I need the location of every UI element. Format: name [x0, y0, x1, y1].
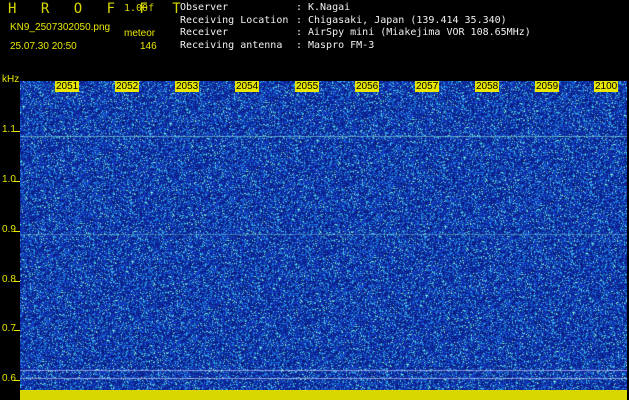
info-key: Observer — [180, 2, 229, 13]
info-row-antenna: Receiving antenna: Maspro FM-3 — [180, 40, 531, 53]
y-tick-mark — [14, 131, 20, 132]
y-axis-unit: kHz — [2, 74, 20, 85]
spectrogram-area — [20, 81, 627, 400]
y-tick-mark — [14, 330, 20, 331]
y-tick-label: 1.1 — [2, 124, 16, 135]
info-value: AirSpy mini (Miakejima VOR 108.65MHz) — [308, 27, 531, 38]
y-tick-mark — [14, 281, 20, 282]
info-row-observer: Observer: K.Nagai — [180, 2, 531, 15]
x-tick-label: 2057 — [415, 81, 440, 92]
app-brand: H R O F F T — [8, 1, 189, 17]
x-tick-label: 2055 — [295, 81, 320, 92]
meteor-count: 146 — [140, 41, 157, 52]
header-panel: H R O F F T 1.00f KN9_2507302050.png met… — [0, 0, 629, 78]
y-tick-label: 0.7 — [2, 323, 16, 334]
observation-info: Observer: K.Nagai Receiving Location: Chig… — [180, 2, 531, 52]
meteor-label: meteor — [124, 28, 156, 39]
info-key: Receiving antenna — [180, 39, 283, 51]
info-key: Receiving Location — [180, 14, 289, 26]
x-tick-label: 2056 — [355, 81, 380, 92]
y-tick-mark — [14, 231, 20, 232]
info-row-receiver: Receiver: AirSpy mini (Miakejima VOR 108.… — [180, 27, 531, 40]
y-tick-label: 1.0 — [2, 174, 16, 185]
info-colon: : — [296, 27, 303, 38]
app-version: 1.00f — [124, 3, 155, 14]
info-value: Maspro FM-3 — [308, 39, 375, 51]
info-row-location: Receiving Location: Chigasaki, Japan (139… — [180, 15, 531, 28]
x-tick-label: 2059 — [535, 81, 560, 92]
y-tick-label: 0.8 — [2, 274, 16, 285]
x-tick-label: 2100 — [594, 81, 619, 92]
y-tick-mark — [14, 380, 20, 381]
y-tick-label: 0.6 — [2, 373, 16, 384]
y-tick-label: 0.9 — [2, 224, 16, 235]
x-tick-label: 2051 — [55, 81, 80, 92]
x-tick-label: 2054 — [235, 81, 260, 92]
x-tick-label: 2053 — [175, 81, 200, 92]
info-colon: : — [296, 2, 303, 13]
signal-level-bar — [20, 390, 627, 400]
x-tick-label: 2058 — [475, 81, 500, 92]
info-colon: : — [296, 14, 303, 26]
info-value: Chigasaki, Japan (139.414 35.340) — [308, 14, 507, 26]
info-value: K.Nagai — [308, 2, 351, 13]
capture-datetime: 25.07.30 20:50 — [10, 41, 77, 52]
file-name: KN9_2507302050.png — [10, 22, 111, 33]
spectrogram-canvas — [20, 81, 627, 400]
info-key: Receiver — [180, 27, 229, 38]
y-tick-mark — [14, 181, 20, 182]
x-tick-label: 2052 — [115, 81, 140, 92]
info-colon: : — [296, 39, 303, 51]
